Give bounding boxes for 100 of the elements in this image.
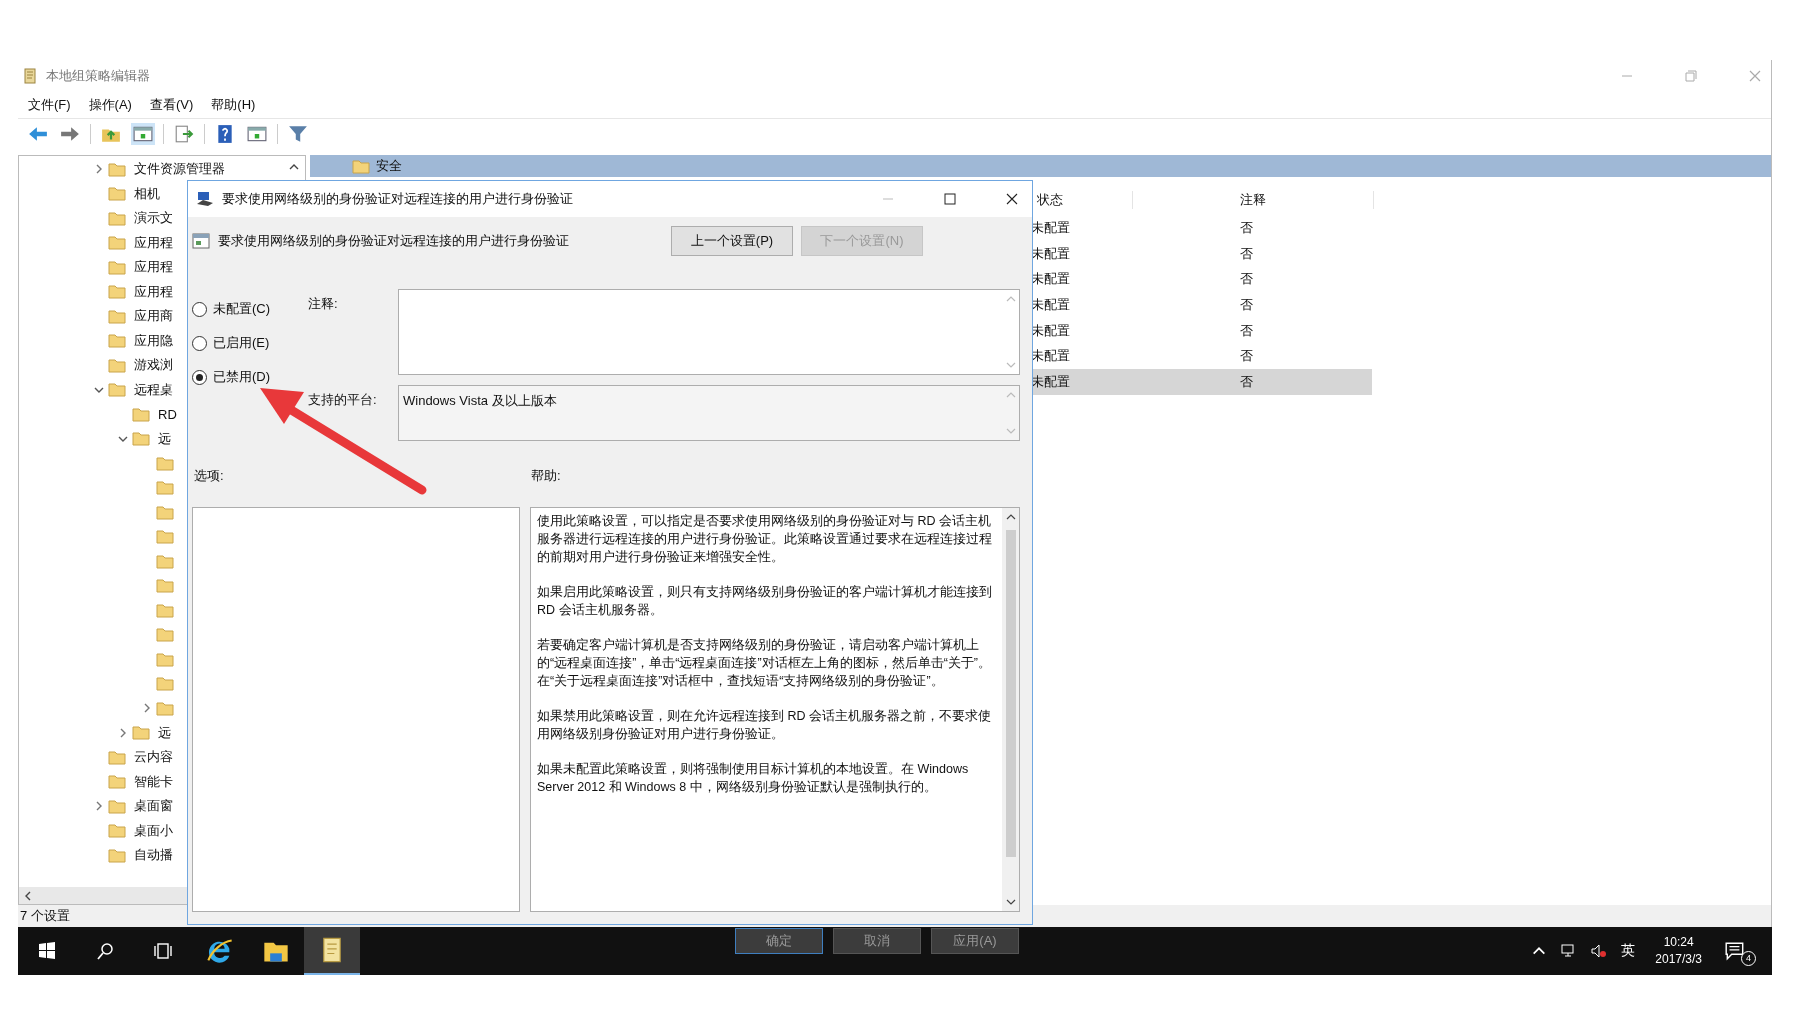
computer-icon [196, 191, 214, 207]
maximize-icon[interactable] [944, 193, 956, 205]
close-icon[interactable] [1006, 193, 1018, 205]
radio-button[interactable] [192, 301, 207, 317]
folder-icon [156, 529, 174, 545]
task-view-icon[interactable] [153, 941, 173, 961]
options-label: 选项: [193, 467, 225, 485]
folder-icon [108, 333, 126, 349]
radio-button[interactable] [192, 335, 207, 351]
tree-item[interactable]: 桌面窗 [134, 797, 173, 816]
tree-item[interactable]: 远程桌 [134, 380, 173, 399]
tree-item[interactable]: 应用商 [134, 307, 173, 326]
list-row[interactable]: 未配置 否 [1031, 317, 1372, 344]
previous-setting-button[interactable]: 上一个设置(P) [671, 226, 793, 256]
radio-label[interactable]: 已禁用(D) [213, 368, 271, 386]
status-cell-text: 未配置 [1031, 321, 1071, 340]
tree-item[interactable]: RD [158, 406, 177, 422]
tree-item[interactable]: 文件资源管理器 [134, 160, 225, 179]
help-paragraph: 如果禁用此策略设置，则在允许远程连接到 RD 会话主机服务器之前，不要求使用网络级别身份验证对用户进行身份验证。 [537, 708, 992, 743]
comment-cell-text: 否 [1238, 372, 1254, 391]
dialog-button[interactable]: 应用(A) [931, 928, 1019, 954]
comment-cell-text: 否 [1238, 295, 1254, 314]
menu-item[interactable]: 查看(V) [149, 96, 194, 114]
help-paragraph: 如果未配置此策略设置，则将强制使用目标计算机的本地设置。在 Windows Server 2012 和 Windows 8 中，网络级别身份验证默认是强制执行的。 [537, 761, 970, 796]
scroll-down-icon[interactable] [1005, 897, 1016, 907]
vertical-scrollbar[interactable] [1002, 508, 1019, 911]
radio-button[interactable] [192, 369, 207, 385]
scroll-up-icon[interactable] [1005, 512, 1016, 522]
radio-option[interactable]: 未配置(C) [192, 299, 308, 319]
muted-speaker-icon[interactable] [1591, 943, 1608, 959]
tree-item[interactable]: 自动播 [134, 846, 173, 865]
list-row[interactable]: 未配置 否 [1031, 369, 1372, 395]
folder-icon [108, 847, 126, 863]
folder-icon [108, 235, 126, 251]
tree-item[interactable]: 云内容 [134, 748, 173, 767]
folder-icon [108, 161, 126, 177]
notification-count: 4 [1741, 951, 1756, 966]
tree-item[interactable]: 远 [158, 429, 171, 448]
scroll-up-icon[interactable] [289, 162, 299, 172]
folder-icon [156, 480, 174, 496]
list-row[interactable]: 未配置 否 [1031, 266, 1372, 293]
taskbar-app[interactable] [304, 927, 360, 975]
radio-option[interactable]: 已禁用(D) [192, 367, 308, 387]
status-text: 7 个设置 [20, 907, 70, 925]
status-cell-text: 未配置 [1031, 244, 1071, 263]
folder-icon [108, 823, 126, 839]
dialog-button[interactable]: 取消 [833, 928, 921, 954]
tree-item[interactable]: 演示文 [134, 209, 173, 228]
expand-chevron-icon[interactable] [118, 727, 128, 738]
comment-label: 注释: [308, 295, 339, 313]
list-row[interactable]: 未配置 否 [1031, 292, 1372, 318]
column-header[interactable]: 注释 [1133, 191, 1374, 209]
platform-text: Windows Vista 及以上版本 [402, 392, 558, 410]
expand-chevron-icon[interactable] [94, 164, 104, 175]
expand-chevron-icon[interactable] [94, 801, 104, 812]
comment-cell-text: 否 [1238, 218, 1254, 237]
tree-item[interactable]: 相机 [134, 184, 160, 203]
status-cell-text: 未配置 [1031, 347, 1071, 366]
comment-cell-text: 否 [1238, 347, 1254, 366]
folder-icon [108, 382, 126, 398]
setting-name: 要求使用网络级别的身份验证对远程连接的用户进行身份验证 [218, 232, 570, 250]
clock[interactable]: 10:24 2017/3/3 [1655, 934, 1702, 968]
radio-label[interactable]: 未配置(C) [213, 300, 271, 318]
scrollbar-thumb[interactable] [1005, 530, 1016, 857]
tree-item[interactable]: 远 [158, 723, 171, 742]
tree-item[interactable]: 应用程 [134, 282, 173, 301]
comment-cell-text: 否 [1238, 270, 1254, 289]
folder-icon [156, 627, 174, 643]
dialog-button[interactable]: 确定 [735, 928, 823, 954]
expand-chevron-icon[interactable] [142, 703, 152, 714]
comment-cell-text: 否 [1238, 321, 1254, 340]
menu-item[interactable]: 操作(A) [88, 96, 132, 114]
help-paragraph: 若要确定客户端计算机是否支持网络级别的身份验证，请启动客户端计算机上的“远程桌面连接”，单击“远程桌面连接”对话框左上角的图标，然后单击“关于”。在“关于远程桌面连接”对话框中，查找短语“支持网络级别的身份验证”。 [537, 637, 992, 690]
tree-item[interactable]: 应用程 [134, 258, 173, 277]
list-row[interactable]: 未配置 否 [1031, 215, 1372, 241]
dialog-title: 要求使用网络级别的身份验证对远程连接的用户进行身份验证 [222, 190, 573, 208]
menu-item[interactable]: 文件(F) [28, 96, 71, 114]
status-cell-text: 未配置 [1031, 372, 1071, 391]
tree-item[interactable]: 游戏浏 [134, 356, 173, 375]
windows-logo-icon[interactable] [37, 941, 57, 961]
radio-option[interactable]: 已启用(E) [192, 333, 308, 353]
scroll-icon [22, 68, 38, 84]
list-row[interactable]: 未配置 否 [1031, 343, 1372, 370]
tree-item[interactable]: 桌面小 [134, 821, 173, 840]
folder-icon [132, 725, 150, 741]
folder-icon [108, 798, 126, 814]
scroll-left-icon[interactable] [23, 891, 33, 901]
folder-icon [108, 210, 126, 226]
tree-item[interactable]: 智能卡 [134, 772, 173, 791]
status-cell-text: 未配置 [1031, 270, 1071, 289]
radio-label[interactable]: 已启用(E) [213, 334, 270, 352]
search-icon[interactable] [95, 941, 115, 961]
status-cell-text: 未配置 [1031, 218, 1071, 237]
panel-icon[interactable] [131, 123, 155, 145]
tree-item[interactable]: 应用隐 [134, 331, 173, 350]
notification-button[interactable]: 4 [1724, 936, 1758, 966]
tree-item[interactable]: 应用程 [134, 233, 173, 252]
input-method-indicator[interactable]: 英 [1621, 942, 1636, 960]
menu-item[interactable]: 帮助(H) [211, 96, 256, 114]
list-row[interactable]: 未配置 否 [1031, 240, 1372, 267]
